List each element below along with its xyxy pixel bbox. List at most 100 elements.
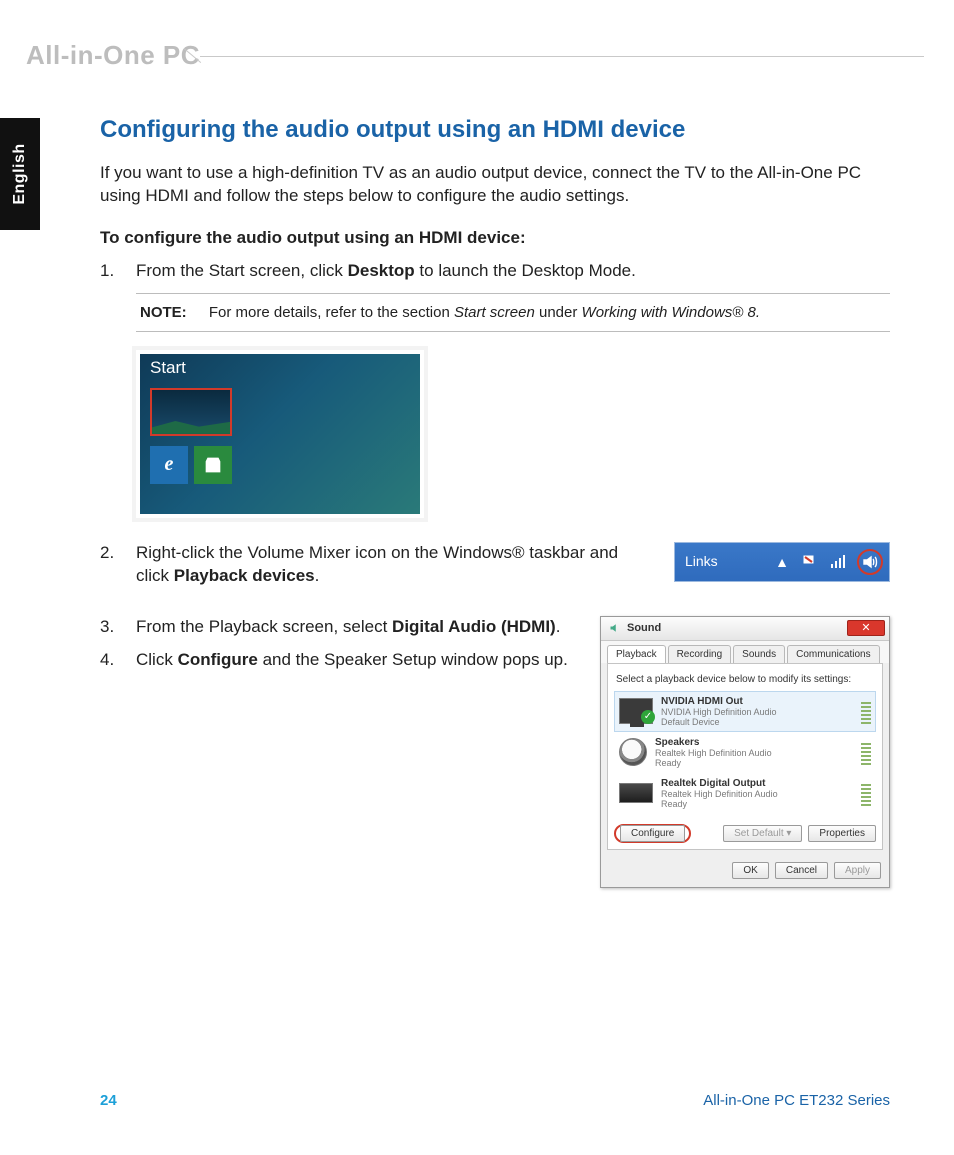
device-digital-icon [619,783,653,803]
sound-title-text: Sound [627,622,661,634]
device-hdmi-state: Default Device [661,717,777,727]
figure-taskbar: Links ▲ [674,542,890,582]
sound-title: Sound [609,622,661,634]
step-4-post: and the Speaker Setup window pops up. [258,650,568,669]
step-2-bold: Playback devices [174,566,315,585]
page-footer: 24 All-in-One PC ET232 Series [100,1092,890,1109]
device-hdmi-name: NVIDIA HDMI Out [661,696,777,707]
device-digital-name: Realtek Digital Output [661,778,778,789]
language-tab-label: English [11,143,29,204]
sound-device-speakers: Speakers Realtek High Definition Audio R… [614,732,876,773]
step-2: 2. Right-click the Volume Mixer icon on … [100,542,654,588]
device-speakers-sub: Realtek High Definition Audio [655,748,772,758]
step-4-text: Click Configure and the Speaker Setup wi… [136,649,576,672]
step-1: 1. From the Start screen, click Desktop … [100,260,890,283]
sound-properties-button: Properties [808,825,876,842]
sound-hint: Select a playback device below to modify… [616,674,874,685]
step-2-number: 2. [100,542,118,588]
sound-device-hdmi: ✓ NVIDIA HDMI Out NVIDIA High Definition… [614,691,876,732]
steps-3-4-block: 3. From the Playback screen, select Digi… [100,616,890,888]
sound-dialog-buttons: OK Cancel Apply [601,856,889,887]
tray-up-icon: ▲ [773,553,791,571]
sound-configure-button: Configure [620,825,685,842]
sound-tab-recording: Recording [668,645,732,663]
sound-apply-button: Apply [834,862,881,879]
section-heading: Configuring the audio output using an HD… [100,116,890,144]
start-tiles-row: e [150,446,232,484]
header-rule [200,56,924,57]
step-4: 4. Click Configure and the Speaker Setup… [100,649,576,672]
device-digital-state: Ready [661,799,778,809]
figure-start-screen: Start e [136,350,424,518]
tray-network-icon [829,553,847,571]
step-4-number: 4. [100,649,118,672]
step-4-bold: Configure [178,650,258,669]
note-label: NOTE: [140,304,187,321]
sound-setdefault-button: Set Default ▾ [723,825,802,842]
sound-ok-button: OK [732,862,768,879]
start-label: Start [150,358,186,378]
steps-3-4-text: 3. From the Playback screen, select Digi… [100,616,576,682]
note-mid: under [535,304,582,321]
sound-panel-buttons: Configure Set Default ▾ Properties [614,824,876,843]
taskbar-tray: ▲ [773,549,883,575]
sound-titlebar: Sound ✕ [601,617,889,641]
sound-panel: Select a playback device below to modify… [607,663,883,850]
note-italic-2: Working with Windows® 8. [582,304,760,321]
step-1-pre: From the Start screen, click [136,261,348,280]
device-digital-sub: Realtek High Definition Audio [661,789,778,799]
sound-tab-sounds: Sounds [733,645,785,663]
tray-flag-icon [801,553,819,571]
volume-icon-highlight [857,549,883,575]
taskbar-links-label: Links [685,553,718,569]
desktop-tile-highlight [150,388,232,436]
configure-highlight: Configure [614,824,691,843]
store-tile-icon [194,446,232,484]
content-area: Configuring the audio output using an HD… [100,116,890,888]
step-2-row: 2. Right-click the Volume Mixer icon on … [100,542,890,588]
note-box: NOTE: For more details, refer to the sec… [136,293,890,332]
device-hdmi-sub: NVIDIA High Definition Audio [661,707,777,717]
sound-device-digital: Realtek Digital Output Realtek High Defi… [614,773,876,814]
ie-tile-icon: e [150,446,188,484]
note-pre: For more details, refer to the section [209,304,454,321]
figure-sound-dialog: Sound ✕ Playback Recording Sounds Commun… [600,616,890,888]
language-tab: English [0,118,40,230]
step-3-pre: From the Playback screen, select [136,617,392,636]
sound-cancel-button: Cancel [775,862,828,879]
sound-close-button: ✕ [847,620,885,636]
device-digital-level-icon [861,778,871,806]
step-3-post: . [556,617,561,636]
step-4-pre: Click [136,650,178,669]
step-1-number: 1. [100,260,118,283]
step-3-number: 3. [100,616,118,639]
device-speakers-icon [619,738,647,766]
intro-paragraph: If you want to use a high-definition TV … [100,162,890,208]
sound-tabs: Playback Recording Sounds Communications [601,641,889,663]
device-speakers-state: Ready [655,758,772,768]
step-2-text: Right-click the Volume Mixer icon on the… [136,542,654,588]
page-header: All-in-One PC [0,40,954,74]
step-3-text: From the Playback screen, select Digital… [136,616,576,639]
device-hdmi-check-icon: ✓ [641,710,655,724]
sound-title-icon [609,622,621,634]
device-speakers-name: Speakers [655,737,772,748]
step-1-post: to launch the Desktop Mode. [415,261,636,280]
header-title: All-in-One PC [26,40,200,71]
step-3: 3. From the Playback screen, select Digi… [100,616,576,639]
sound-tab-communications: Communications [787,645,879,663]
device-speakers-level-icon [861,737,871,765]
note-italic-1: Start screen [454,304,535,321]
page-number: 24 [100,1092,117,1109]
step-3-bold: Digital Audio (HDMI) [392,617,556,636]
note-content: NOTE: For more details, refer to the sec… [136,294,890,331]
step-1-text: From the Start screen, click Desktop to … [136,260,890,283]
desktop-tile-art [152,418,230,434]
note-rule-bottom [136,331,890,332]
series-label: All-in-One PC ET232 Series [703,1092,890,1109]
step-1-bold: Desktop [348,261,415,280]
device-hdmi-level-icon [861,696,871,724]
lead-line: To configure the audio output using an H… [100,228,890,248]
step-2-post: . [315,566,320,585]
sound-tab-playback: Playback [607,645,666,663]
